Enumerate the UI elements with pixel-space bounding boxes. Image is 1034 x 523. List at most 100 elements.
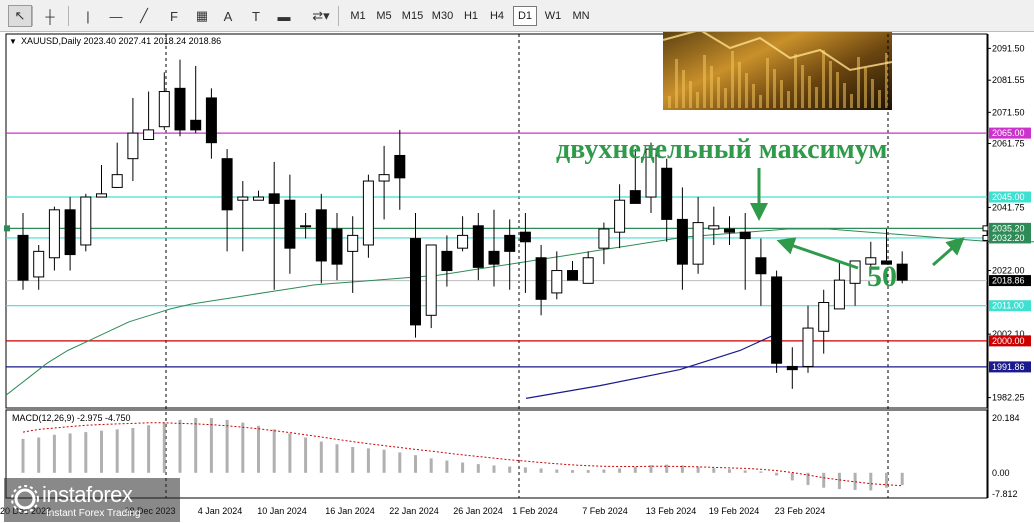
crosshair-icon[interactable]: ┼ xyxy=(38,5,62,27)
vertical-line-icon[interactable]: | xyxy=(76,5,100,27)
macd-histogram-bar xyxy=(555,469,559,473)
date-axis-label: 22 Jan 2024 xyxy=(389,506,439,516)
macd-histogram-bar xyxy=(288,433,292,473)
candle-body xyxy=(582,257,594,284)
rectangle-icon[interactable]: ▬ xyxy=(272,5,296,27)
timeframe-m1-button[interactable]: M1 xyxy=(346,6,370,26)
banner-bar xyxy=(836,72,839,108)
timeframe-m30-button[interactable]: M30 xyxy=(428,6,457,26)
candle-body xyxy=(347,234,359,252)
candle-body xyxy=(896,263,908,281)
candle-body xyxy=(692,222,704,265)
candle-body xyxy=(629,190,641,204)
candle-body xyxy=(331,228,343,265)
macd-histogram-bar xyxy=(618,468,622,473)
candle-body xyxy=(205,97,217,144)
chart-header: XAUUSD,Daily 2023.40 2027.41 2018.24 201… xyxy=(21,36,221,46)
price-tag-label: 2032.20 xyxy=(992,233,1025,243)
timeframe-m5-button[interactable]: M5 xyxy=(372,6,396,26)
banner-bar xyxy=(801,65,804,108)
timeframe-h4-button[interactable]: H4 xyxy=(485,6,509,26)
candle-body xyxy=(535,257,547,300)
candle-body xyxy=(472,225,484,268)
watermark-brand: instaforex xyxy=(42,482,133,507)
text-label-icon[interactable]: T xyxy=(244,5,268,27)
banner-bar xyxy=(668,96,671,108)
grid-icon[interactable]: ▦ xyxy=(190,5,214,27)
macd-histogram-bar xyxy=(508,466,512,473)
fibonacci-icon[interactable]: F xyxy=(162,5,186,27)
candle-body xyxy=(551,270,563,294)
macd-histogram-bar xyxy=(414,455,417,473)
cursor-icon[interactable]: ↖ xyxy=(8,5,32,27)
banner-bar xyxy=(682,70,685,108)
macd-histogram-bar xyxy=(759,471,763,473)
banner-bar xyxy=(675,59,678,108)
timeframe-mn-button[interactable]: MN xyxy=(569,6,593,26)
price-axis-label: 2041.75 xyxy=(992,202,1025,212)
macd-histogram-bar xyxy=(37,437,41,473)
candle-body xyxy=(724,228,735,233)
watermark: instaforex Instant Forex Trading xyxy=(4,478,180,522)
level-anchor-icon xyxy=(4,225,10,232)
price-axis-label: 1982.25 xyxy=(992,393,1025,403)
chart-menu-icon: ▼ xyxy=(9,37,17,46)
banner-bar xyxy=(717,77,720,108)
macd-histogram-bar xyxy=(84,432,88,473)
candle-body xyxy=(786,365,798,371)
candle-body xyxy=(190,119,202,131)
date-axis-label: 4 Jan 2024 xyxy=(198,506,243,516)
macd-histogram-bar xyxy=(115,429,119,473)
candle-body xyxy=(48,209,60,259)
macd-histogram-bar xyxy=(272,429,276,473)
price-tag-label: 2000.00 xyxy=(992,336,1025,346)
candle-body xyxy=(818,302,830,332)
banner-bar xyxy=(843,83,846,108)
candle-body xyxy=(268,193,280,204)
candle-body xyxy=(410,238,421,326)
macd-histogram-bar xyxy=(257,425,260,473)
macd-histogram-bar xyxy=(178,419,182,473)
candle-body xyxy=(614,199,626,233)
trendline-icon[interactable]: ╱ xyxy=(132,5,156,27)
macd-histogram-bar xyxy=(492,465,496,473)
date-axis-label: 26 Jan 2024 xyxy=(453,506,503,516)
price-tag-label: 2045.00 xyxy=(992,192,1025,202)
candle-body xyxy=(598,228,610,249)
banner-bar xyxy=(822,50,825,108)
timeframe-h1-button[interactable]: H1 xyxy=(459,6,483,26)
toolbar-separator xyxy=(68,6,69,26)
macd-histogram-bar xyxy=(837,472,841,490)
banner-bar xyxy=(773,69,776,108)
candle-body xyxy=(96,193,107,198)
arrows-icon[interactable]: ⇄▾ xyxy=(306,5,336,27)
candle-body xyxy=(174,87,186,131)
horizontal-line-icon[interactable]: — xyxy=(104,5,128,27)
level-anchor-icon xyxy=(982,234,989,241)
macd-axis-label: 20.184 xyxy=(992,413,1020,423)
timeframe-m15-button[interactable]: M15 xyxy=(399,6,426,26)
banner-bar xyxy=(787,91,790,108)
price-chart[interactable]: 2091.50 2081.55 2071.50 2061.75 2041.75 2022.… xyxy=(0,32,1034,523)
candle-body xyxy=(441,250,453,272)
macd-histogram-bar xyxy=(712,468,716,473)
banner-bar xyxy=(766,58,769,108)
candle-body xyxy=(676,218,688,265)
banner-bar xyxy=(794,54,797,108)
macd-histogram-bar xyxy=(586,470,590,473)
text-icon[interactable]: A xyxy=(216,5,240,27)
candle-body xyxy=(64,209,76,256)
macd-axis-label: 0.00 xyxy=(992,468,1010,478)
candle-body xyxy=(519,231,531,243)
timeframe-d1-button[interactable]: D1 xyxy=(513,6,537,26)
macd-histogram-bar xyxy=(335,444,339,473)
candle-body xyxy=(771,276,783,364)
price-axis-label: 2022.00 xyxy=(992,266,1025,276)
candle-body xyxy=(802,327,814,367)
timeframe-w1-button[interactable]: W1 xyxy=(541,6,565,26)
banner-bar xyxy=(815,87,818,108)
macd-histogram-bar xyxy=(696,466,700,473)
banner-bar xyxy=(696,92,699,108)
macd-histogram-bar xyxy=(21,438,25,473)
candle-body xyxy=(504,234,516,252)
